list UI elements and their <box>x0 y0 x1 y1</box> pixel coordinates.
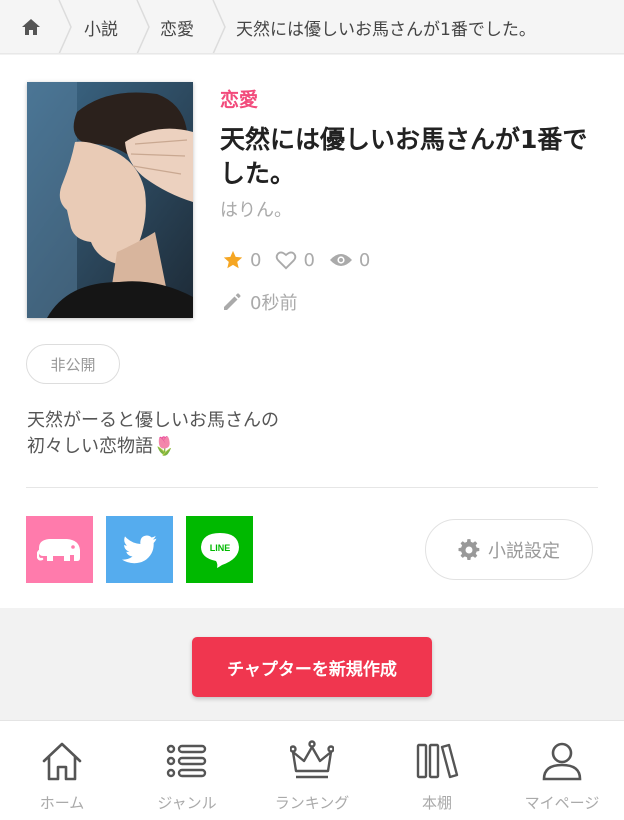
line-label: LINE <box>209 543 230 553</box>
stars-count: 0 <box>250 249 262 271</box>
share-elephant-button[interactable] <box>26 516 93 583</box>
novel-stats: 0 0 0 <box>222 249 384 271</box>
divider <box>26 487 598 488</box>
breadcrumb-separator <box>136 0 150 53</box>
elephant-icon <box>36 538 80 561</box>
views-count: 0 <box>358 249 371 271</box>
breadcrumb-item-genre[interactable]: 恋愛 <box>160 0 194 53</box>
bookshelf-icon <box>416 743 459 779</box>
nav-label-home: ホーム <box>39 794 85 812</box>
cover-image[interactable] <box>27 82 193 318</box>
eye-icon <box>329 254 352 266</box>
novel-settings-button[interactable]: 小説設定 <box>425 519 593 580</box>
breadcrumb-separator <box>212 0 226 53</box>
pencil-icon <box>224 293 241 310</box>
user-icon <box>542 742 582 781</box>
gear-icon <box>458 538 480 560</box>
updated-time: 0秒前 <box>222 289 297 315</box>
crown-icon <box>290 740 334 779</box>
novel-card: 恋愛 天然には優しいお馬さんが1番でした。 はりん。 0 0 0 0秒前 非公開… <box>0 55 624 608</box>
home-icon <box>22 19 40 35</box>
likes-count: 0 <box>303 249 315 271</box>
novel-description: 天然がーると優しいお馬さんの 初々しい恋物語🌷 <box>27 410 279 457</box>
bottom-nav: ホーム ジャンル ランキング 本棚 マイページ <box>0 720 624 820</box>
updated-text: 0秒前 <box>250 293 298 314</box>
nav-item-genre[interactable]: ジャンル <box>125 721 249 820</box>
breadcrumb-separator <box>58 0 72 53</box>
line-icon: LINE <box>200 532 239 568</box>
nav-item-home[interactable]: ホーム <box>0 721 124 820</box>
stat-likes: 0 <box>275 249 315 271</box>
author-name[interactable]: はりん。 <box>220 196 292 222</box>
nav-label-ranking: ランキング <box>274 794 350 812</box>
nav-label-mypage: マイページ <box>524 794 600 812</box>
nav-item-mypage[interactable]: マイページ <box>500 721 624 820</box>
twitter-bird-icon <box>121 534 156 563</box>
breadcrumb-item-current: 天然には優しいお馬さんが1番でした。 <box>236 19 536 40</box>
genre-label[interactable]: 恋愛 <box>220 85 258 112</box>
heart-icon <box>276 251 297 270</box>
status-badge: 非公開 <box>26 344 120 384</box>
create-chapter-button[interactable]: チャプターを新規作成 <box>192 637 432 697</box>
list-icon <box>166 744 207 778</box>
breadcrumb-home[interactable] <box>18 0 44 53</box>
settings-label: 小説設定 <box>488 540 560 562</box>
novel-title: 天然には優しいお馬さんが1番でした。 <box>220 125 588 188</box>
breadcrumb: 小説 恋愛 天然には優しいお馬さんが1番でした。 <box>0 0 624 54</box>
nav-label-bookshelf: 本棚 <box>421 794 452 812</box>
nav-item-bookshelf[interactable]: 本棚 <box>375 721 499 820</box>
stat-stars: 0 <box>222 249 261 271</box>
share-twitter-button[interactable] <box>106 516 173 583</box>
star-icon <box>223 250 243 269</box>
stat-views: 0 <box>329 250 370 271</box>
nav-label-genre: ジャンル <box>157 794 217 812</box>
nav-item-ranking[interactable]: ランキング <box>250 721 374 820</box>
breadcrumb-item-novel[interactable]: 小説 <box>84 0 118 53</box>
share-line-button[interactable]: LINE <box>186 516 253 583</box>
home-icon <box>42 742 82 781</box>
